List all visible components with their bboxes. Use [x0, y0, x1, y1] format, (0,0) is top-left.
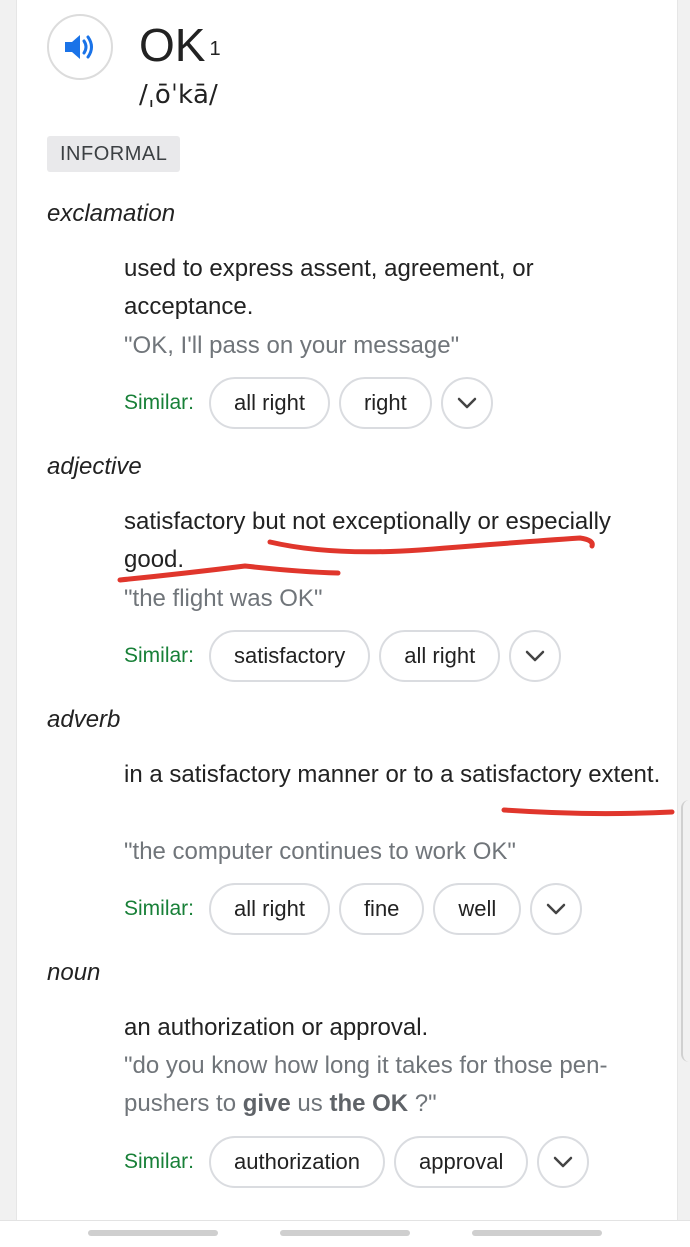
homograph-number: 1	[209, 38, 221, 60]
definition-exclamation: used to express assent, agreement, or ac…	[124, 255, 534, 320]
expand-similar-button[interactable]	[509, 630, 562, 682]
similar-row-adjective: Similar: satisfactory all right	[124, 629, 562, 683]
similar-chip-all-right[interactable]: all right	[379, 630, 501, 682]
part-of-speech-adverb: adverb	[47, 706, 121, 733]
bottom-pill	[472, 1230, 602, 1236]
example-text: us	[290, 1090, 330, 1117]
expand-similar-button[interactable]	[440, 377, 493, 429]
example-adjective: "the flight was OK"	[124, 585, 323, 612]
similar-chip-all-right[interactable]: all right	[209, 883, 330, 935]
example-adverb: "the computer continues to work OK"	[124, 838, 516, 865]
similar-row-exclamation: Similar: all right right	[124, 376, 493, 430]
definition-adverb: in a satisfactory manner or to a satisfa…	[124, 761, 661, 788]
speaker-icon	[65, 35, 93, 59]
chevron-down-icon	[554, 1156, 573, 1168]
chevron-down-icon	[547, 903, 566, 915]
headword: OK 1	[139, 20, 221, 70]
part-of-speech-exclamation: exclamation	[47, 200, 176, 227]
example-highlight: give	[242, 1090, 291, 1117]
chevron-down-icon	[457, 397, 476, 409]
example-text: ?"	[408, 1090, 437, 1117]
similar-label: Similar:	[124, 644, 195, 667]
similar-chip-well[interactable]: well	[433, 883, 522, 935]
bottom-pill	[88, 1230, 218, 1236]
dictionary-card: OK 1 /ˌōˈkā/ INFORMAL exclamation used to…	[16, 0, 678, 1220]
register-badge: INFORMAL	[47, 136, 181, 172]
similar-chip-right[interactable]: right	[338, 377, 432, 429]
expand-similar-button[interactable]	[530, 883, 583, 935]
expand-similar-button[interactable]	[537, 1136, 590, 1188]
similar-chip-satisfactory[interactable]: satisfactory	[209, 630, 371, 682]
chevron-down-icon	[525, 650, 545, 662]
part-of-speech-adjective: adjective	[47, 453, 142, 480]
definition-noun: an authorization or approval.	[124, 1014, 429, 1041]
similar-chip-authorization[interactable]: authorization	[209, 1136, 385, 1188]
example-highlight: the OK	[329, 1090, 409, 1117]
bottom-bar	[0, 1220, 690, 1247]
phonetic-spelling: /ˌōˈkā/	[139, 80, 218, 110]
similar-chip-all-right[interactable]: all right	[209, 377, 330, 429]
similar-chip-approval[interactable]: approval	[394, 1136, 529, 1188]
similar-row-adverb: Similar: all right fine well	[124, 882, 583, 936]
pronunciation-button[interactable]	[47, 14, 113, 80]
definition-adjective: satisfactory but not exceptionally or es…	[124, 508, 611, 573]
headword-text: OK	[139, 19, 206, 71]
bottom-pill	[280, 1230, 410, 1236]
example-exclamation: "OK, I'll pass on your message"	[124, 332, 460, 359]
similar-chip-fine[interactable]: fine	[338, 883, 425, 935]
similar-row-noun: Similar: authorization approval	[124, 1135, 590, 1189]
scroll-indicator[interactable]	[681, 800, 690, 1062]
similar-label: Similar:	[124, 1150, 195, 1173]
similar-label: Similar:	[124, 897, 195, 920]
similar-label: Similar:	[124, 391, 195, 414]
part-of-speech-noun: noun	[47, 959, 101, 986]
example-noun: "do you know how long it takes for those…	[124, 1047, 669, 1123]
